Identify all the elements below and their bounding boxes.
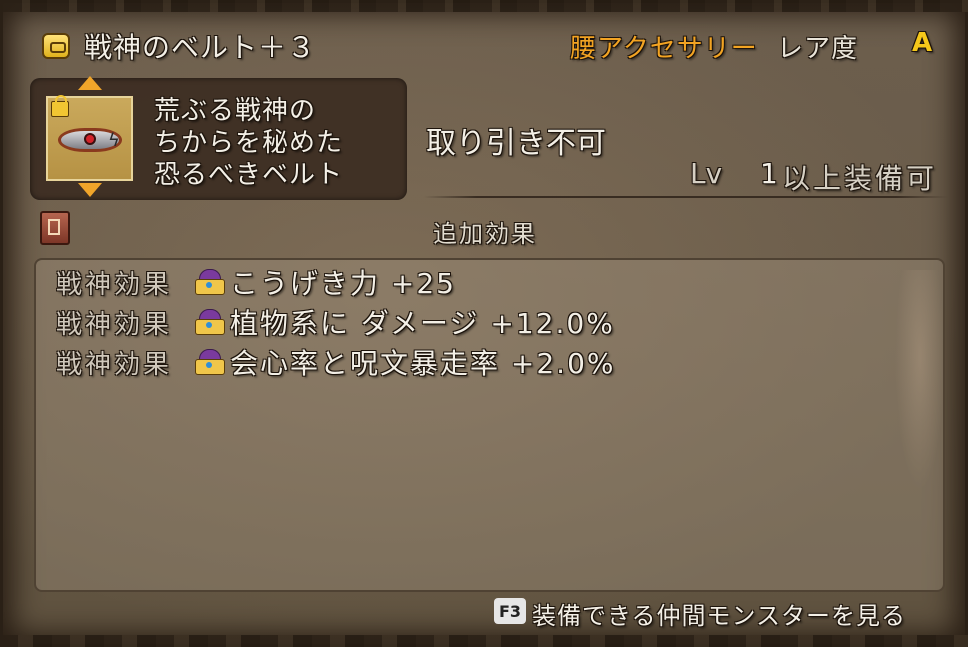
arrow-up-icon[interactable] — [78, 76, 102, 90]
lock-icon — [51, 95, 69, 117]
level-suffix: 以上装備可 — [782, 162, 938, 195]
effect-label: 戦神効果 — [56, 309, 173, 340]
crown-icon — [192, 349, 226, 375]
effect-text: 会心率と呪文暴走率 +2.0% — [230, 347, 616, 380]
effect-text: 植物系に ダメージ +12.0% — [230, 307, 615, 340]
book-icon[interactable] — [40, 211, 70, 245]
rarity-value: A — [912, 28, 933, 58]
trade-status: 取り引き不可 — [426, 126, 606, 161]
rarity-label: レア度 — [777, 34, 859, 64]
crown-icon — [192, 269, 226, 295]
f3-key-icon[interactable]: F3 — [494, 598, 526, 624]
torn-edge-top — [0, 0, 968, 12]
additional-effects-title: 追加効果 — [433, 220, 537, 248]
effect-label: 戦神効果 — [56, 269, 173, 300]
effect-row: 戦神効果 植物系に ダメージ +12.0% — [56, 302, 615, 342]
level-value: 1 — [760, 157, 778, 190]
effect-label: 戦神効果 — [56, 349, 173, 380]
lightning-bolt-icon: ϟ — [108, 130, 120, 151]
torn-edge-bottom — [0, 635, 968, 647]
description-line-3: 恐るべきベルト — [154, 160, 344, 190]
item-category: 腰アクセサリー — [570, 34, 758, 64]
arrow-down-icon[interactable] — [78, 183, 102, 197]
item-name: 戦神のベルト＋３ — [84, 31, 317, 64]
view-monsters-link[interactable]: 装備できる仲間モンスターを見る — [532, 596, 906, 631]
level-label: Lv — [690, 157, 723, 190]
effect-text: こうげき力 +25 — [230, 267, 456, 300]
belt-gem — [84, 133, 96, 145]
effect-row: 戦神効果 会心率と呪文暴走率 +2.0% — [56, 342, 616, 382]
section-divider — [424, 196, 948, 198]
belt-type-icon — [42, 33, 70, 59]
crown-icon — [192, 309, 226, 335]
effect-row: 戦神効果 こうげき力 +25 — [56, 262, 456, 302]
